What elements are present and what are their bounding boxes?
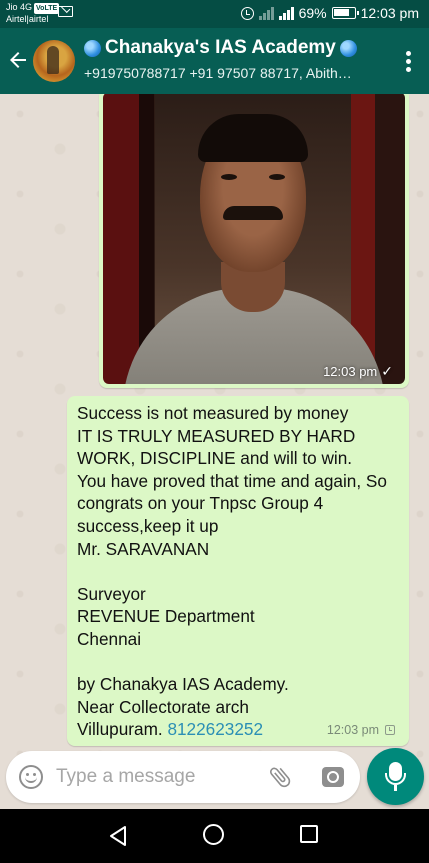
nav-back-triangle-icon[interactable] [108,825,128,847]
pending-clock-icon [385,725,395,735]
camera-icon[interactable] [322,767,344,787]
carrier-info: Jio 4G VoLTE Airtel|airtel [6,2,60,25]
voice-record-button[interactable] [367,748,424,805]
message-composer [6,751,360,803]
contact-subtitle[interactable]: +919750788717 +91 97507 88717, Abith… [84,65,380,81]
battery-icon [331,7,359,19]
alarm-icon [240,6,254,20]
globe-emoji-icon [84,39,101,57]
overflow-menu-icon[interactable] [406,51,411,72]
text-message-bubble[interactable]: Success is not measured by money IT IS T… [67,396,409,746]
globe-emoji-icon [339,39,357,57]
image-message-bubble[interactable]: 12:03 pm ✓ [99,94,409,388]
message-time: 12:03 pm [326,723,379,737]
message-body: Success is not measured by money IT IS T… [77,403,387,740]
signal-icon-sim2 [278,6,294,20]
contact-name: Chanakya's IAS Academy [105,37,336,58]
phone-link[interactable]: 8122623252 [167,719,263,739]
status-icons: 69% 12:03 pm [240,5,419,21]
message-input[interactable] [56,764,256,790]
carrier-top: Jio 4G [6,2,33,12]
carrier-bottom: Airtel|airtel [6,14,49,24]
single-check-icon: ✓ [381,363,393,379]
chat-header: Chanakya's IAS Academy +919750788717 +91… [0,28,429,94]
nav-home-circle-icon[interactable] [203,824,224,845]
contact-name-row[interactable]: Chanakya's IAS Academy [84,37,357,59]
clock-time: 12:03 pm [360,5,419,21]
image-message-time: 12:03 pm ✓ [323,363,393,380]
volte-badge: VoLTE [34,3,60,14]
message-notification-icon [58,6,73,17]
emoji-icon[interactable] [19,765,43,789]
photo-portrait[interactable] [103,94,405,384]
text-message-meta: 12:03 pm [327,723,395,737]
attach-paperclip-icon[interactable] [267,764,293,790]
message-time: 12:03 pm [323,364,378,379]
chat-area[interactable]: 12:03 pm ✓ Success is not measured by mo… [0,94,429,809]
back-arrow-icon[interactable] [6,48,30,72]
contact-avatar[interactable] [33,40,75,82]
system-nav-bar [0,809,429,863]
battery-percent: 69% [298,5,327,21]
status-bar: Jio 4G VoLTE Airtel|airtel 69% 12:03 pm [0,0,429,28]
message-text: Success is not measured by money IT IS T… [77,402,399,741]
signal-icon-sim1 [258,6,274,20]
nav-recents-square-icon[interactable] [300,825,318,843]
